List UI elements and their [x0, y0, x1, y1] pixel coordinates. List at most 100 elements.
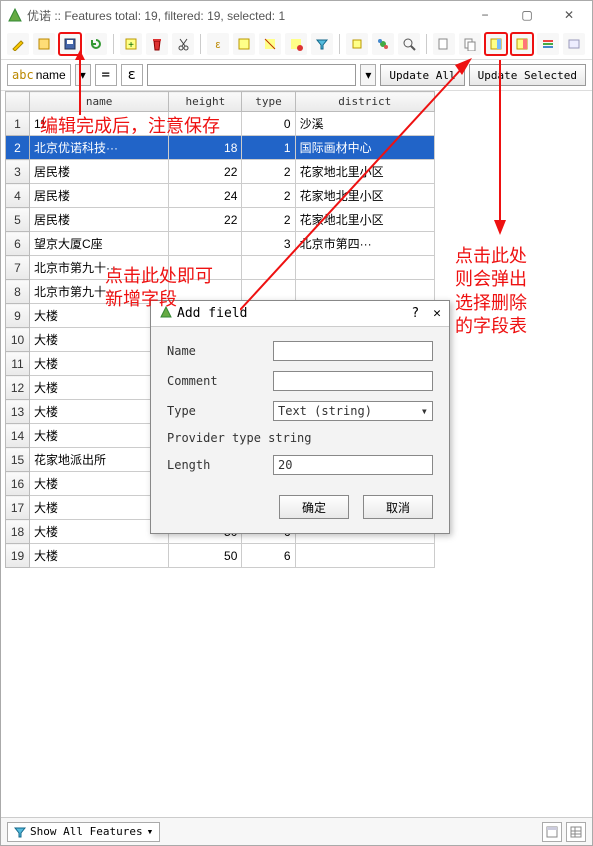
table-row[interactable]: 1110沙溪	[6, 112, 435, 136]
cell[interactable]: 50	[169, 544, 242, 568]
move-top-button[interactable]	[346, 33, 368, 55]
invert-selection-button[interactable]	[259, 33, 281, 55]
row-header[interactable]: 19	[6, 544, 30, 568]
row-header[interactable]: 17	[6, 496, 30, 520]
name-input[interactable]	[273, 341, 433, 361]
cell[interactable]: 11	[30, 112, 169, 136]
row-header[interactable]: 1	[6, 112, 30, 136]
row-header[interactable]: 8	[6, 280, 30, 304]
cell[interactable]: 北京市第四···	[295, 232, 434, 256]
expression-builder-button[interactable]: ε	[121, 64, 143, 86]
cell[interactable]: 3	[242, 232, 295, 256]
zoom-to-button[interactable]	[398, 33, 420, 55]
actions-button[interactable]	[563, 33, 585, 55]
row-header[interactable]: 18	[6, 520, 30, 544]
cell[interactable]: 18	[169, 136, 242, 160]
cancel-button[interactable]: 取消	[363, 495, 433, 519]
cell[interactable]: 大楼	[30, 376, 169, 400]
row-header[interactable]: 10	[6, 328, 30, 352]
cell[interactable]: 花家地北里小区	[295, 160, 434, 184]
cell[interactable]	[242, 256, 295, 280]
cell[interactable]: 大楼	[30, 352, 169, 376]
row-header[interactable]: 4	[6, 184, 30, 208]
column-header[interactable]: type	[242, 92, 295, 112]
table-view-button[interactable]	[566, 822, 586, 842]
cell[interactable]: 22	[169, 208, 242, 232]
save-button[interactable]	[59, 33, 81, 55]
maximize-button[interactable]: ▢	[510, 4, 544, 26]
cell[interactable]: 2	[242, 160, 295, 184]
expression-input[interactable]	[147, 64, 357, 86]
multiedit-button[interactable]	[33, 33, 55, 55]
table-row[interactable]: 19大楼506	[6, 544, 435, 568]
cell[interactable]: 6	[242, 544, 295, 568]
row-header[interactable]: 9	[6, 304, 30, 328]
pan-to-button[interactable]	[372, 33, 394, 55]
select-all-button[interactable]	[233, 33, 255, 55]
cell[interactable]: 北京市第九十···	[30, 280, 169, 304]
cell[interactable]: 花家地北里小区	[295, 208, 434, 232]
delete-button[interactable]	[146, 33, 168, 55]
column-header[interactable]: name	[30, 92, 169, 112]
help-button[interactable]: ?	[411, 306, 419, 321]
cell[interactable]	[169, 232, 242, 256]
cell[interactable]	[295, 256, 434, 280]
cell[interactable]: 花家地北里小区	[295, 184, 434, 208]
addfield-button[interactable]	[485, 33, 507, 55]
deselect-button[interactable]	[285, 33, 307, 55]
cell[interactable]: 大楼	[30, 424, 169, 448]
edit-toggle-button[interactable]	[7, 33, 29, 55]
update-all-button[interactable]: Update All	[380, 64, 464, 86]
cell[interactable]: 大楼	[30, 472, 169, 496]
row-header[interactable]: 11	[6, 352, 30, 376]
cell[interactable]: 居民楼	[30, 160, 169, 184]
length-input[interactable]: 20	[273, 455, 433, 475]
row-header[interactable]: 2	[6, 136, 30, 160]
copy-button[interactable]	[459, 33, 481, 55]
form-view-button[interactable]	[542, 822, 562, 842]
table-row[interactable]: 6望京大厦C座3北京市第四···	[6, 232, 435, 256]
minimize-button[interactable]: −	[468, 4, 502, 26]
cell[interactable]: 居民楼	[30, 208, 169, 232]
row-header[interactable]: 14	[6, 424, 30, 448]
cell[interactable]: 大楼	[30, 496, 169, 520]
expression-dropdown-icon[interactable]: ▾	[360, 64, 376, 86]
show-all-features-button[interactable]: Show All Features ▾	[7, 822, 160, 842]
cell[interactable]	[169, 112, 242, 136]
cell[interactable]: 大楼	[30, 328, 169, 352]
row-header[interactable]: 12	[6, 376, 30, 400]
table-row[interactable]: 4居民楼242花家地北里小区	[6, 184, 435, 208]
deletefield-button[interactable]	[511, 33, 533, 55]
cut-button[interactable]	[172, 33, 194, 55]
cell[interactable]: 北京市第九十···	[30, 256, 169, 280]
cell[interactable]: 1	[242, 136, 295, 160]
row-header[interactable]: 5	[6, 208, 30, 232]
row-header[interactable]: 13	[6, 400, 30, 424]
cell[interactable]: 22	[169, 160, 242, 184]
update-selected-button[interactable]: Update Selected	[469, 64, 586, 86]
field-select[interactable]: abcname	[7, 64, 71, 86]
new-field-button[interactable]	[433, 33, 455, 55]
cell[interactable]: 大楼	[30, 400, 169, 424]
conditional-format-button[interactable]	[537, 33, 559, 55]
cell[interactable]: 0	[242, 112, 295, 136]
field-dropdown-icon[interactable]: ▾	[75, 64, 91, 86]
cell[interactable]: 国际画材中心	[295, 136, 434, 160]
cell[interactable]: 2	[242, 184, 295, 208]
column-header[interactable]: height	[169, 92, 242, 112]
reload-button[interactable]	[85, 33, 107, 55]
row-header[interactable]: 3	[6, 160, 30, 184]
table-row[interactable]: 7北京市第九十···	[6, 256, 435, 280]
row-header[interactable]: 16	[6, 472, 30, 496]
expression-select-button[interactable]: ε	[207, 33, 229, 55]
column-header[interactable]	[6, 92, 30, 112]
cell[interactable]: 2	[242, 208, 295, 232]
cell[interactable]: 24	[169, 184, 242, 208]
close-button[interactable]: ✕	[552, 4, 586, 26]
comment-input[interactable]	[273, 371, 433, 391]
dialog-close-button[interactable]: ✕	[433, 306, 441, 321]
row-header[interactable]: 7	[6, 256, 30, 280]
table-row[interactable]: 3居民楼222花家地北里小区	[6, 160, 435, 184]
filter-button[interactable]	[311, 33, 333, 55]
table-row[interactable]: 5居民楼222花家地北里小区	[6, 208, 435, 232]
